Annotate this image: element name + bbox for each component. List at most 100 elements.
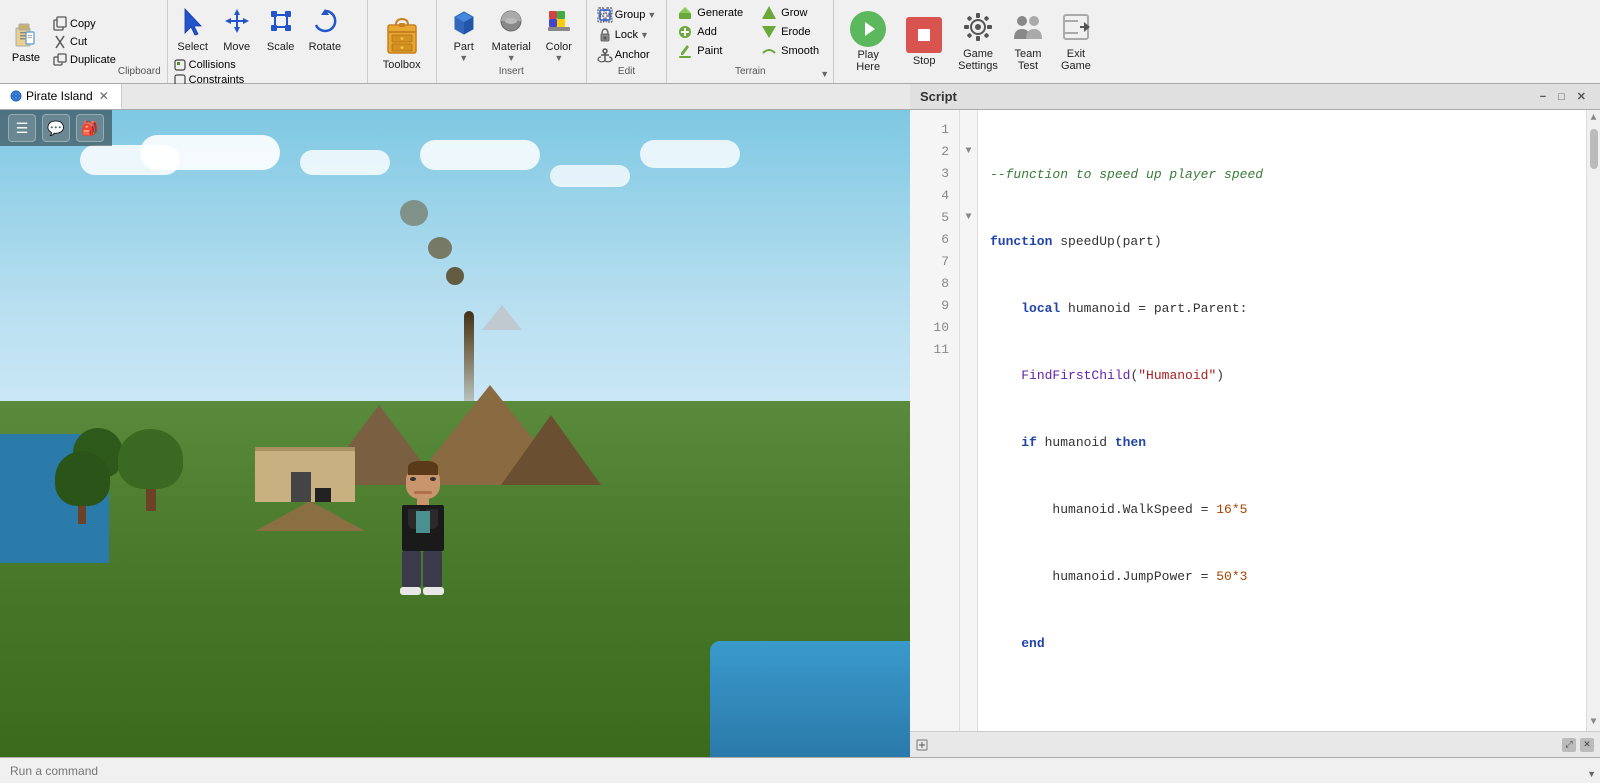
edit-section: Group ▼ Lock ▼ A — [587, 0, 668, 83]
line-num-3: 3 — [910, 162, 959, 184]
line5-indent — [990, 435, 1021, 450]
script-right-scrollbar[interactable]: ▲ ▼ — [1586, 110, 1600, 731]
grow-icon — [761, 5, 777, 21]
select-button[interactable]: Select — [172, 4, 214, 56]
script-content-area: 1 2 3 4 5 6 7 8 9 10 11 ▼ ▼ — [910, 110, 1600, 731]
grow-label: Grow — [781, 7, 807, 19]
smooth-button[interactable]: Smooth — [757, 42, 827, 60]
fold-arrow-2[interactable]: ▼ — [960, 140, 977, 162]
stop-square-icon — [915, 26, 933, 44]
lock-arrow[interactable]: ▼ — [640, 30, 649, 40]
tree-3 — [55, 451, 110, 524]
copy-button[interactable]: Copy — [50, 15, 118, 33]
line8-indent — [990, 636, 1021, 651]
code-editor-area[interactable]: --function to speed up player speed func… — [978, 110, 1586, 731]
line7-num: 50*3 — [1216, 569, 1247, 584]
scroll-thumb[interactable] — [1590, 129, 1598, 169]
play-here-button[interactable]: Play Here — [842, 7, 894, 77]
edit-expand-btn[interactable]: ▼ — [1587, 769, 1596, 779]
group-button[interactable]: Group ▼ — [593, 6, 661, 24]
erode-label: Erode — [781, 26, 810, 38]
character — [400, 467, 446, 595]
add-terrain-button[interactable]: Add — [673, 23, 747, 41]
group-arrow[interactable]: ▼ — [647, 10, 656, 20]
script-maximize-btn[interactable]: □ — [1554, 90, 1569, 104]
line5-cond: humanoid — [1037, 435, 1115, 450]
team-test-button[interactable]: Team Test — [1006, 9, 1050, 74]
erode-button[interactable]: Erode — [757, 23, 827, 41]
rotate-button[interactable]: Rotate — [304, 4, 346, 56]
scale-button[interactable]: Scale — [260, 4, 302, 56]
material-dropdown-arrow[interactable]: ▼ — [507, 53, 516, 63]
exit-game-button[interactable]: Exit Game — [1054, 9, 1098, 74]
part-dropdown-arrow[interactable]: ▼ — [459, 53, 468, 63]
cloud-6 — [640, 140, 740, 168]
part-label: Part — [454, 41, 474, 53]
line7-indent — [990, 569, 1052, 584]
script-outer: Script − □ ✕ 1 2 3 4 5 6 7 8 9 10 11 — [910, 84, 1600, 757]
grow-button[interactable]: Grow — [757, 4, 827, 22]
paint-terrain-button[interactable]: Paint — [673, 42, 747, 60]
copy-label: Copy — [70, 18, 96, 30]
smooth-icon — [761, 43, 777, 59]
lock-button[interactable]: Lock ▼ — [593, 26, 661, 44]
line4-paren2: ) — [1216, 368, 1224, 383]
clipboard-small-btns: Copy Cut Duplicate — [50, 15, 118, 69]
script-corner-controls: ⤢ ✕ — [1562, 738, 1594, 752]
terrain-expand-btn[interactable]: ▼ — [820, 69, 829, 79]
tab-close-btn[interactable]: ✕ — [97, 89, 111, 103]
tools-section: Select Move — [168, 0, 368, 83]
script-close-btn[interactable]: ✕ — [1573, 89, 1590, 104]
material-button[interactable]: Material ▼ — [487, 4, 536, 66]
script-panel-close2-btn[interactable]: ✕ — [1580, 738, 1594, 752]
line6-num: 16*5 — [1216, 502, 1247, 517]
line-num-8: 8 — [910, 272, 959, 294]
cut-button[interactable]: Cut — [50, 33, 118, 51]
line2-kw-function: function — [990, 234, 1052, 249]
lock-icon — [597, 27, 613, 43]
stop-button[interactable]: Stop — [898, 13, 950, 71]
game-settings-button[interactable]: Game Settings — [954, 9, 1002, 74]
viewport-chat-btn[interactable]: 💬 — [42, 114, 70, 142]
collisions-label: Collisions — [189, 59, 236, 71]
script-panel-undock-btn[interactable]: ⤢ — [1562, 738, 1576, 752]
color-dropdown-arrow[interactable]: ▼ — [554, 53, 563, 63]
anchor-button[interactable]: Anchor — [593, 46, 661, 64]
code-line-9 — [990, 699, 1586, 721]
rotate-icon — [311, 7, 339, 39]
terrain-left-col: Generate Add Paint — [673, 4, 747, 66]
cloud-4 — [420, 140, 540, 170]
tab-pirate-island[interactable]: Pirate Island ✕ — [0, 84, 122, 109]
duplicate-button[interactable]: Duplicate — [50, 51, 118, 69]
part-button[interactable]: Part ▼ — [443, 4, 485, 66]
color-button[interactable]: Color ▼ — [538, 4, 580, 66]
command-input[interactable] — [10, 764, 310, 778]
move-button[interactable]: Move — [216, 4, 258, 56]
viewport-menu-btn[interactable]: ☰ — [8, 114, 36, 142]
fold-space-8 — [960, 272, 977, 294]
tools-row: Select Move — [172, 4, 363, 56]
exit-game-label: Exit Game — [1061, 48, 1091, 72]
collisions-toggle[interactable]: Collisions — [172, 58, 363, 72]
generate-button[interactable]: Generate — [673, 4, 747, 22]
fold-space-7 — [960, 250, 977, 272]
move-label: Move — [223, 41, 250, 53]
line8-kw-end: end — [1021, 636, 1044, 651]
playtest-section: Play Here Stop — [834, 0, 1106, 83]
collisions-icon — [174, 59, 186, 71]
script-minimize-btn[interactable]: − — [1536, 90, 1550, 104]
scroll-up-btn[interactable]: ▲ — [1590, 110, 1596, 127]
line-num-2: 2 — [910, 140, 959, 162]
toolbox-icon — [383, 13, 421, 57]
script-bottom-expand[interactable] — [916, 739, 928, 751]
viewport-bag-btn[interactable]: 🎒 — [76, 114, 104, 142]
clipboard-section: Paste Copy Cut — [0, 0, 168, 83]
stop-label: Stop — [913, 55, 936, 67]
line-num-4: 4 — [910, 184, 959, 206]
toolbox-button[interactable]: Toolbox — [374, 8, 430, 76]
scroll-down-btn[interactable]: ▼ — [1590, 714, 1596, 731]
color-label: Color — [546, 41, 572, 53]
select-icon — [179, 7, 207, 39]
fold-arrow-5[interactable]: ▼ — [960, 206, 977, 228]
paste-button[interactable]: Paste — [6, 18, 46, 66]
